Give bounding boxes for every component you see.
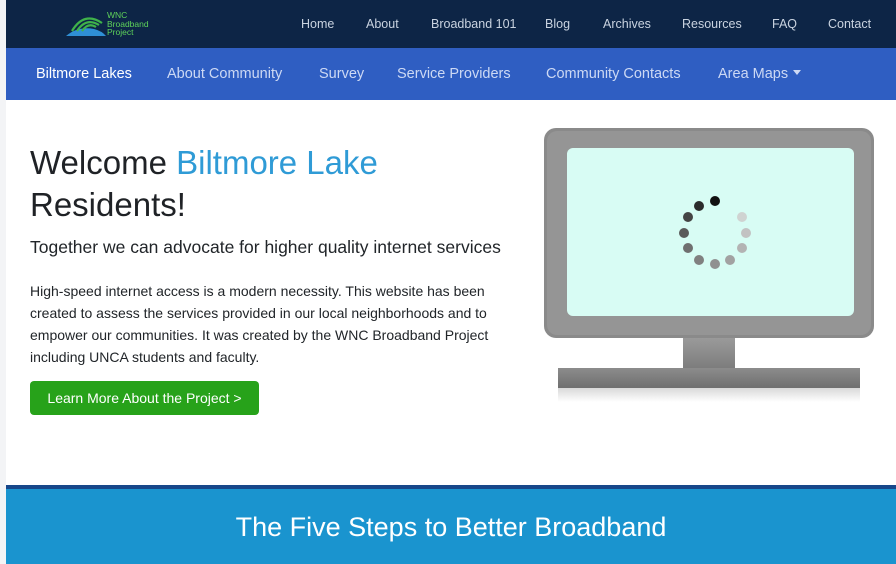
subnav-area-maps[interactable]: Area Maps [718, 48, 802, 100]
subnav-survey[interactable]: Survey [319, 48, 364, 100]
hero-title-suffix: Residents! [30, 186, 186, 223]
five-steps-title: The Five Steps to Better Broadband [235, 512, 667, 542]
site-logo[interactable]: WNC Broadband Project [64, 9, 174, 39]
five-steps-section: The Five Steps to Better Broadband [6, 485, 896, 564]
subnav-area-maps-label: Area Maps [718, 66, 789, 82]
subnav-service-providers[interactable]: Service Providers [397, 48, 511, 100]
monitor-illustration [538, 124, 878, 414]
wifi-logo-icon [66, 17, 106, 36]
nav-contact[interactable]: Contact [828, 0, 871, 48]
page: WNC Broadband Project Home About Broadba… [6, 0, 896, 564]
subnav-biltmore-lakes[interactable]: Biltmore Lakes [36, 48, 132, 100]
logo-line-3: Project [107, 27, 134, 37]
nav-blog[interactable]: Blog [545, 0, 570, 48]
top-navbar: WNC Broadband Project Home About Broadba… [6, 0, 896, 48]
nav-home[interactable]: Home [301, 0, 334, 48]
learn-more-button[interactable]: Learn More About the Project > [30, 381, 259, 415]
hero-subtitle: Together we can advocate for higher qual… [30, 237, 501, 257]
hero-title-accent: Biltmore Lake [176, 144, 378, 181]
community-navbar: Biltmore Lakes About Community Survey Se… [6, 48, 896, 100]
nav-broadband-101[interactable]: Broadband 101 [431, 0, 517, 48]
caret-down-icon [793, 69, 802, 75]
nav-resources[interactable]: Resources [682, 0, 742, 48]
subnav-about-community[interactable]: About Community [167, 48, 282, 100]
subnav-community-contacts[interactable]: Community Contacts [546, 48, 681, 100]
logo-wordmark: WNC Broadband Project [107, 11, 149, 37]
hero-title: Welcome Biltmore Lake Residents! [30, 142, 500, 226]
hero-title-prefix: Welcome [30, 144, 177, 181]
hero-body: High-speed internet access is a modern n… [30, 283, 489, 365]
nav-faq[interactable]: FAQ [772, 0, 797, 48]
nav-archives[interactable]: Archives [603, 0, 651, 48]
nav-about[interactable]: About [366, 0, 399, 48]
